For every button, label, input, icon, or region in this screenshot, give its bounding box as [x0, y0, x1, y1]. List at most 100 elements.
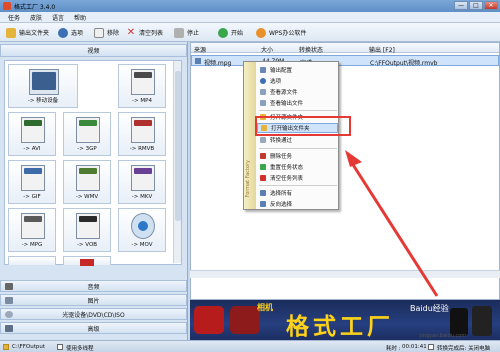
- col-output[interactable]: 输出 [F2]: [369, 45, 395, 54]
- menu-label: 查看输出文件: [270, 101, 304, 107]
- advanced-icon: [5, 325, 13, 332]
- banner-watermark: Baidu经验: [410, 304, 449, 313]
- start-button[interactable]: 开始: [218, 26, 243, 39]
- tile-avi[interactable]: -> AVI: [8, 112, 56, 156]
- menu-item-delete-task[interactable]: 删除任务: [257, 151, 338, 161]
- file-icon: [260, 100, 266, 106]
- menu-language[interactable]: 语言: [52, 13, 64, 22]
- scroll-thumb[interactable]: [175, 71, 181, 221]
- col-status[interactable]: 转换状态: [299, 45, 323, 54]
- format-grid: -> 移动设备 -> MP4 -> AVI -> 3GP -> RMVB -> …: [4, 60, 182, 266]
- icon-band: [79, 216, 97, 222]
- menu-item-reset-status[interactable]: 重置任务状态: [257, 162, 338, 172]
- sidebar-scrollbar[interactable]: [173, 61, 181, 263]
- output-path[interactable]: C:\FFOutput: [12, 344, 45, 350]
- delete-icon: [260, 153, 266, 159]
- highlight-box: [255, 116, 351, 136]
- col-source[interactable]: 来源: [194, 45, 206, 54]
- tile-rmvb[interactable]: -> RMVB: [118, 112, 166, 156]
- tile-label: -> MKV: [131, 194, 153, 200]
- video-file-icon: [195, 58, 201, 64]
- select-all-icon: [260, 190, 266, 196]
- app-logo-icon: [3, 2, 11, 10]
- menu-item-view-source[interactable]: 查看源文件: [257, 87, 338, 97]
- output-folder-button[interactable]: 输出文件夹: [6, 26, 49, 39]
- tile-3gp[interactable]: -> 3GP: [63, 112, 111, 156]
- menu-separator: [259, 148, 337, 149]
- tile-label: -> GIF: [23, 194, 41, 200]
- wps-button[interactable]: WPS办公软件: [256, 26, 306, 39]
- options-icon: [58, 27, 68, 38]
- category-picture[interactable]: 图片: [0, 294, 187, 306]
- convert-icon: [260, 137, 266, 143]
- category-advanced[interactable]: 高级: [0, 322, 187, 334]
- tile-partial[interactable]: [8, 256, 56, 265]
- start-icon: [218, 27, 228, 38]
- close-button[interactable]: ✕: [484, 1, 498, 10]
- category-optical-label: 光驱设备\DVD\CD\ISO: [62, 311, 125, 319]
- menu-label: 反向选择: [270, 202, 293, 208]
- mpg-file-icon: [21, 213, 45, 239]
- category-video[interactable]: 视频: [0, 44, 187, 57]
- menu-item-invert-selection[interactable]: 反向选择: [257, 199, 338, 209]
- stop-button[interactable]: 停止: [174, 26, 199, 39]
- picture-icon: [5, 297, 13, 304]
- col-size[interactable]: 大小: [261, 45, 273, 54]
- options-button[interactable]: 选项: [58, 26, 83, 39]
- mkv-file-icon: [131, 165, 155, 191]
- tile-mobile-device[interactable]: -> 移动设备: [8, 64, 78, 108]
- remove-button[interactable]: 移除: [94, 26, 119, 39]
- menu-item-select-all[interactable]: 选择所有: [257, 188, 338, 198]
- horizontal-scrollbar[interactable]: [190, 270, 500, 278]
- menu-item-view-output[interactable]: 查看输出文件: [257, 98, 338, 108]
- gif-file-icon: [21, 165, 45, 191]
- wmv-file-icon: [76, 165, 100, 191]
- multithread-checkbox[interactable]: [57, 344, 63, 350]
- icon-band: [24, 216, 42, 222]
- after-convert-checkbox[interactable]: [428, 344, 434, 350]
- config-icon: [260, 67, 266, 73]
- tile-mpg[interactable]: -> MPG: [8, 208, 56, 252]
- window-title: 格式工厂 3.4.0: [14, 4, 56, 11]
- maximize-button[interactable]: □: [469, 1, 483, 10]
- camcorder-icon: [194, 306, 224, 334]
- category-audio[interactable]: 音频: [0, 280, 187, 292]
- icon-band: [138, 221, 148, 231]
- tile-label: -> 移动设备: [27, 98, 59, 104]
- camera-icon: [230, 306, 260, 334]
- menu-item-output-config[interactable]: 输出配置: [257, 65, 338, 75]
- tile-label: -> RMVB: [129, 146, 155, 152]
- banner-title: 格式工厂: [286, 313, 394, 340]
- tile-wmv[interactable]: -> WMV: [63, 160, 111, 204]
- category-picture-label: 图片: [87, 297, 100, 305]
- task-list: 来源 大小 转换状态 输出 [F2] 视频.mpg 44.79M 完成 C:\F…: [190, 42, 500, 300]
- remove-icon: [94, 27, 104, 38]
- mobile-screen: [32, 72, 56, 90]
- menu-item-options[interactable]: 选项: [257, 76, 338, 86]
- icon-band: [24, 120, 42, 126]
- tile-gif[interactable]: -> GIF: [8, 160, 56, 204]
- category-optical[interactable]: 光驱设备\DVD\CD\ISO: [0, 308, 187, 320]
- minimize-button[interactable]: —: [454, 1, 468, 10]
- menu-task[interactable]: 任务: [8, 13, 20, 22]
- menu-separator: [259, 185, 337, 186]
- wps-icon: [256, 27, 266, 38]
- menu-help[interactable]: 帮助: [74, 13, 86, 22]
- tile-label: -> 3GP: [77, 146, 97, 152]
- menu-bar: 任务 皮肤 语言 帮助: [0, 12, 500, 23]
- clear-list-button[interactable]: ✕ 清空列表: [126, 26, 163, 39]
- menu-item-clear-list[interactable]: 清空任务列表: [257, 173, 338, 183]
- rmvb-file-icon: [131, 117, 155, 143]
- tile-mp4[interactable]: -> MP4: [118, 64, 166, 108]
- toolbar: 输出文件夹 选项 移除 ✕ 清空列表 停止 开始 WPS办公软件: [0, 23, 500, 42]
- icon-band: [134, 72, 152, 78]
- tile-mov[interactable]: -> MOV: [118, 208, 166, 252]
- table-row[interactable]: 视频.mpg 44.79M 完成 C:\FFOutput\视频.rmvb: [191, 55, 499, 67]
- tile-flash-partial[interactable]: [63, 256, 111, 266]
- tile-mkv[interactable]: -> MKV: [118, 160, 166, 204]
- menu-item-convert-via[interactable]: 转换通过: [257, 135, 338, 145]
- menu-label: 重置任务状态: [270, 165, 304, 171]
- tile-vob[interactable]: -> VOB: [63, 208, 111, 252]
- menu-label: 选择所有: [270, 191, 293, 197]
- menu-skin[interactable]: 皮肤: [30, 13, 42, 22]
